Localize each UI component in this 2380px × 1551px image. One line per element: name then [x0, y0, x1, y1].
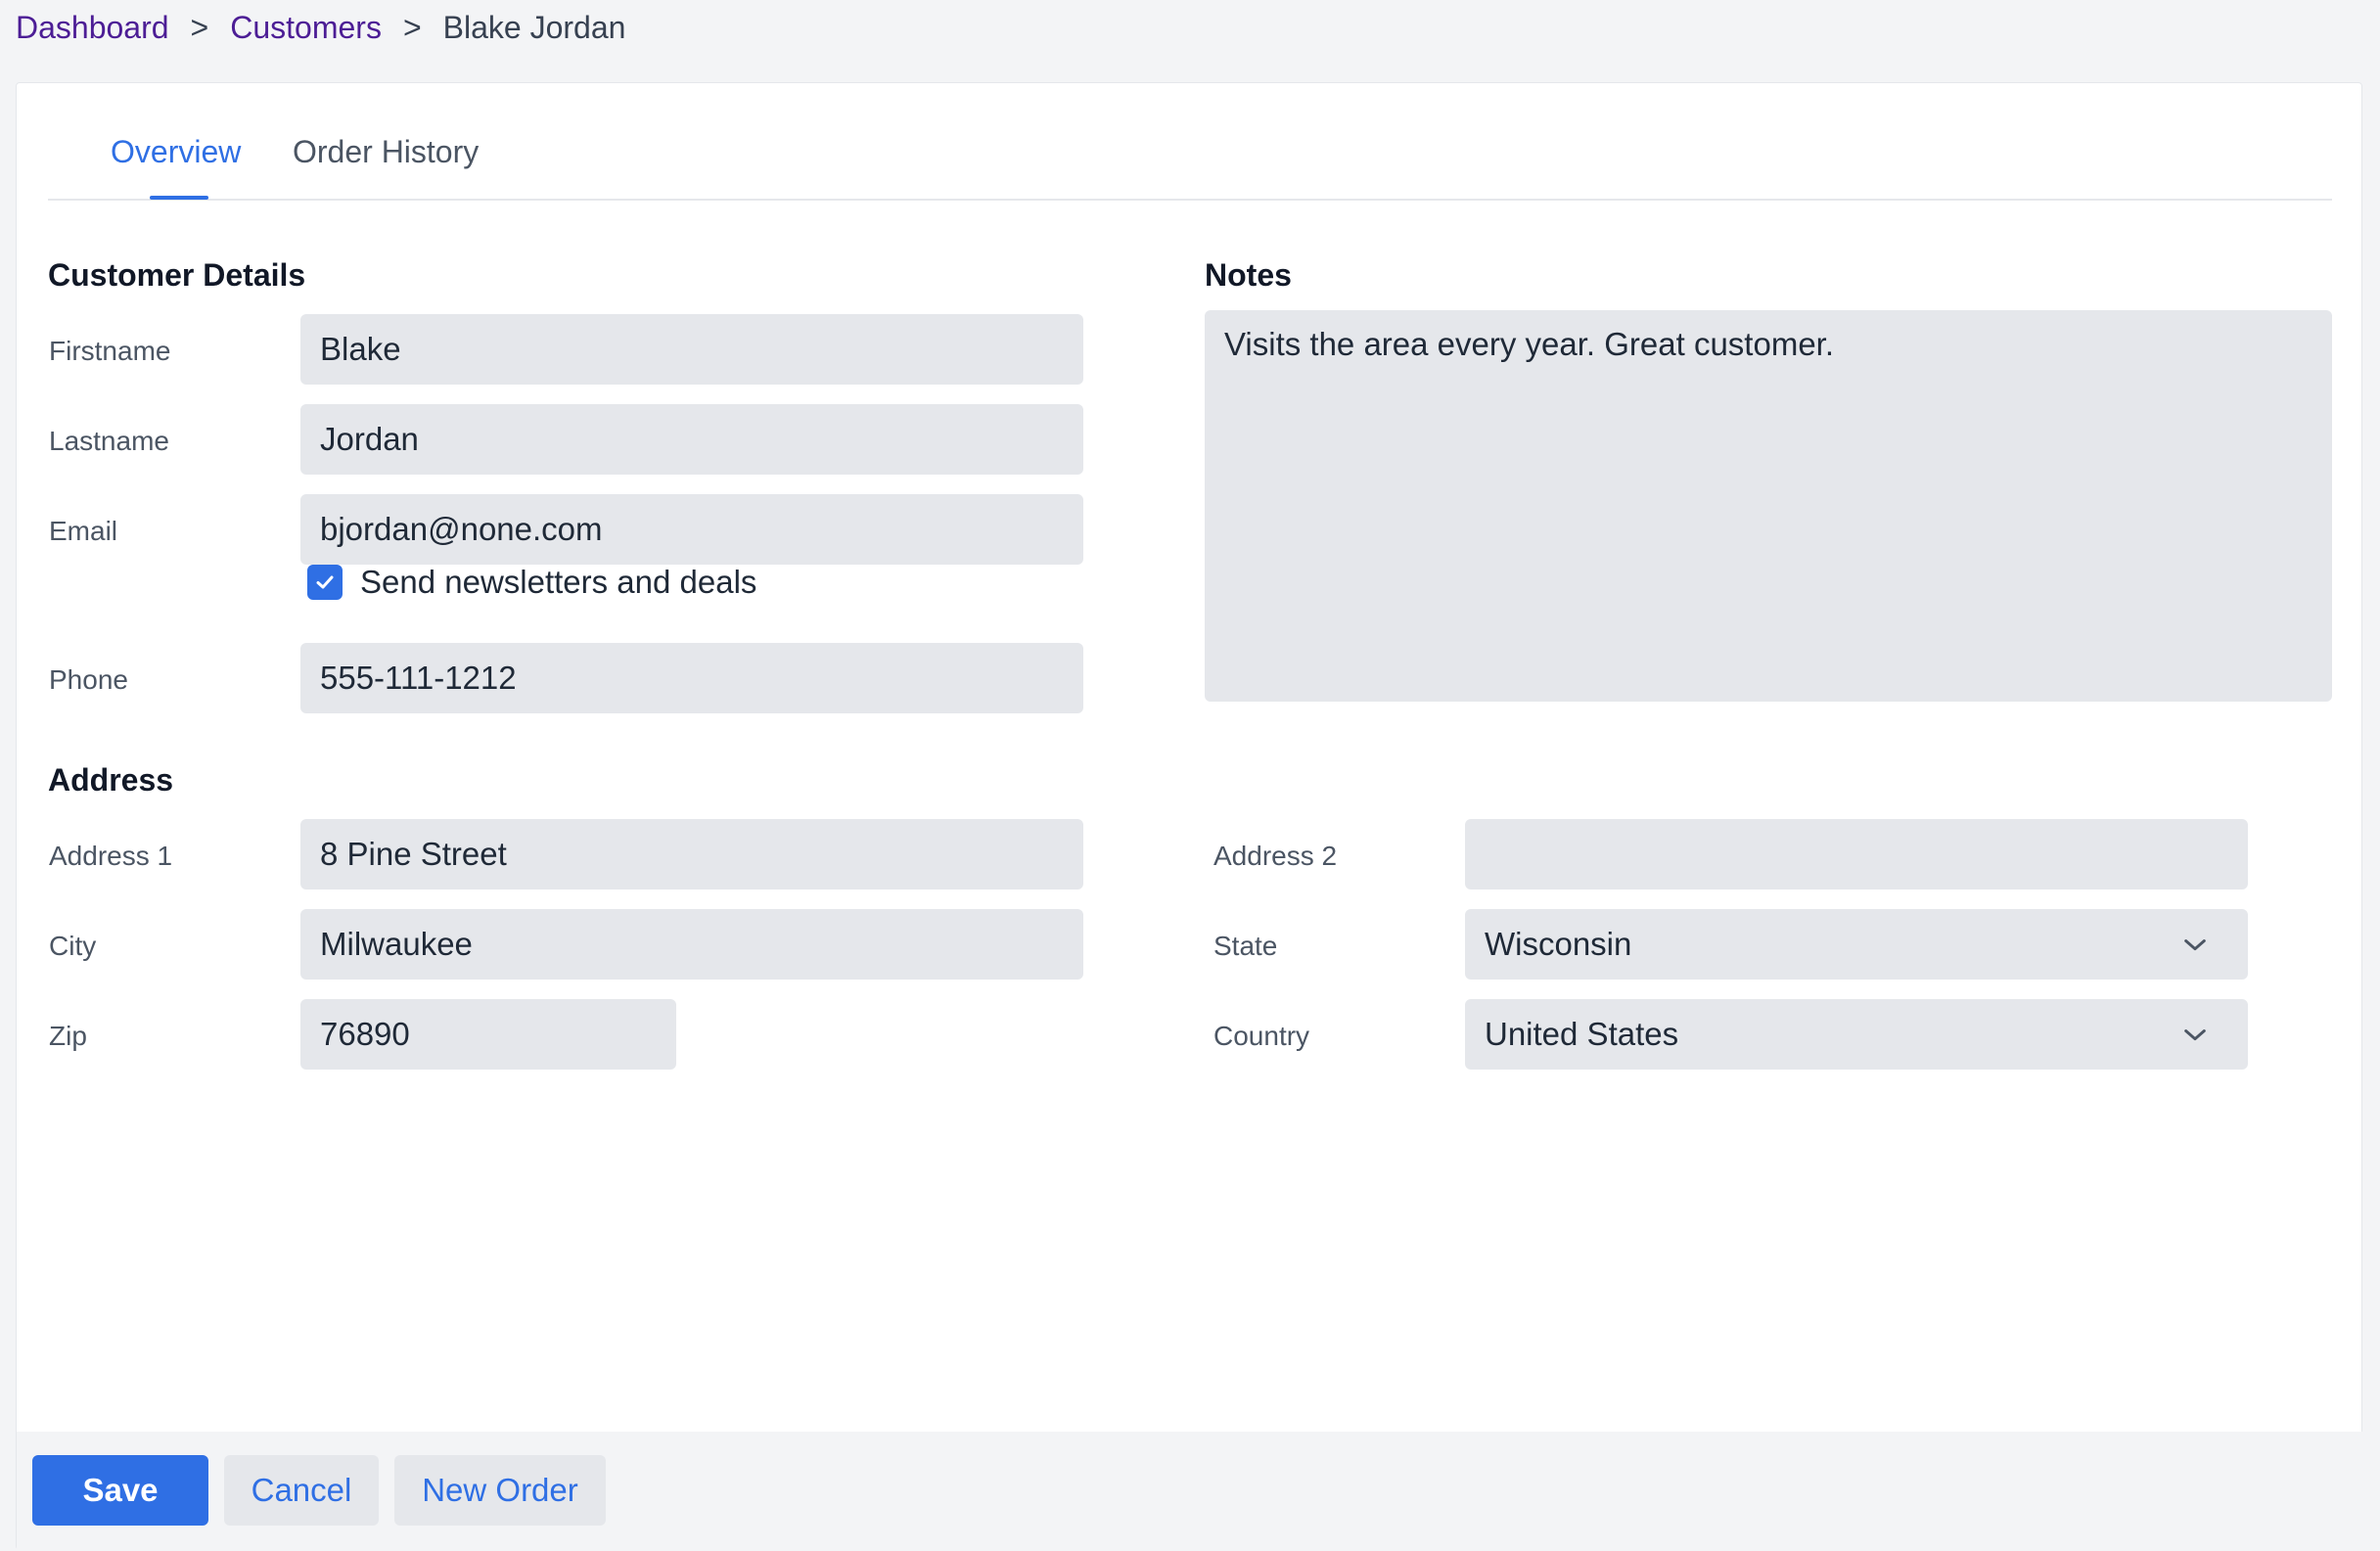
- state-select-value: Wisconsin: [1485, 926, 1632, 962]
- active-tab-indicator: [150, 196, 208, 200]
- address2-input[interactable]: [1465, 819, 2248, 890]
- firstname-label: Firstname: [49, 336, 171, 366]
- state-label: State: [1213, 931, 1278, 961]
- breadcrumb: Dashboard > Customers > Blake Jordan: [16, 8, 625, 47]
- breadcrumb-link-customers[interactable]: Customers: [230, 10, 382, 46]
- notes-title: Notes: [1205, 257, 1292, 293]
- breadcrumb-link-dashboard[interactable]: Dashboard: [16, 10, 169, 46]
- cancel-button[interactable]: Cancel: [224, 1455, 379, 1526]
- new-order-button[interactable]: New Order: [394, 1455, 606, 1526]
- lastname-input[interactable]: Jordan: [300, 404, 1083, 475]
- customer-card: Overview Order History Customer Details …: [16, 82, 2363, 1551]
- save-button[interactable]: Save: [32, 1455, 208, 1526]
- newsletter-label[interactable]: Send newsletters and deals: [360, 564, 756, 601]
- zip-input[interactable]: 76890: [300, 999, 676, 1070]
- tab-bar: Overview Order History: [48, 83, 2332, 201]
- city-label: City: [49, 931, 97, 961]
- address2-label: Address 2: [1213, 841, 1338, 871]
- firstname-input[interactable]: Blake: [300, 314, 1083, 385]
- country-label: Country: [1213, 1021, 1310, 1051]
- action-bar: Save Cancel New Order: [17, 1432, 2363, 1551]
- customer-details-title: Customer Details: [48, 257, 306, 293]
- email-input[interactable]: bjordan@none.com: [300, 494, 1083, 565]
- notes-textarea[interactable]: Visits the area every year. Great custom…: [1205, 310, 2332, 702]
- breadcrumb-current: Blake Jordan: [442, 9, 626, 45]
- newsletter-checkbox[interactable]: [307, 565, 343, 600]
- phone-input[interactable]: 555-111-1212: [300, 643, 1083, 713]
- phone-label: Phone: [49, 664, 128, 695]
- address1-label: Address 1: [49, 841, 173, 871]
- zip-label: Zip: [49, 1021, 87, 1051]
- state-select[interactable]: Wisconsin: [1465, 909, 2248, 980]
- tab-order-history[interactable]: Order History: [293, 134, 479, 170]
- address1-input[interactable]: 8 Pine Street: [300, 819, 1083, 890]
- country-select-value: United States: [1485, 1016, 1679, 1052]
- chevron-down-icon: [2184, 939, 2206, 951]
- newsletter-option[interactable]: Send newsletters and deals: [307, 563, 756, 602]
- tab-overview[interactable]: Overview: [111, 134, 241, 170]
- breadcrumb-separator: >: [190, 9, 209, 45]
- breadcrumb-separator: >: [402, 9, 422, 45]
- email-label: Email: [49, 516, 118, 546]
- lastname-label: Lastname: [49, 426, 169, 456]
- address-title: Address: [48, 762, 174, 798]
- chevron-down-icon: [2184, 1029, 2206, 1041]
- check-icon: [316, 575, 334, 589]
- city-input[interactable]: Milwaukee: [300, 909, 1083, 980]
- country-select[interactable]: United States: [1465, 999, 2248, 1070]
